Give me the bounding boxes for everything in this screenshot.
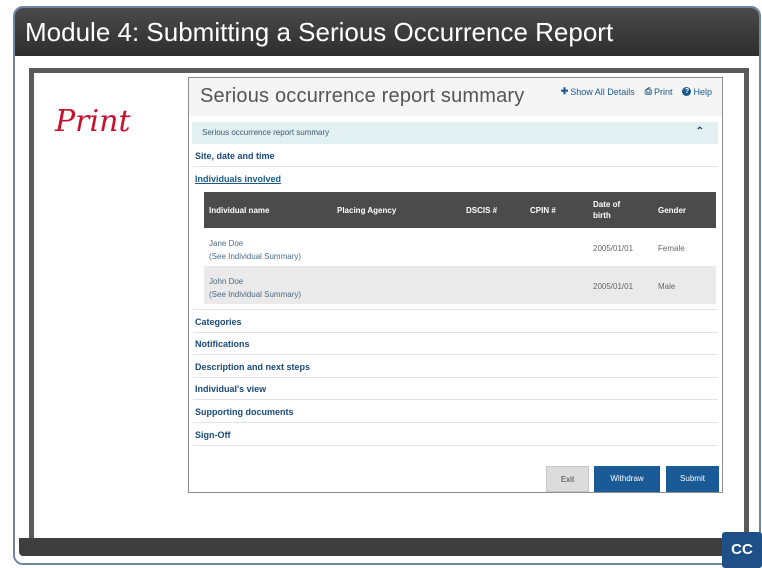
section-site-date-time[interactable]: Site, date and time <box>195 151 275 161</box>
header-links: ✚ Show All Details ⎙ Print ? Help <box>561 86 712 97</box>
individual-summary-link[interactable]: (See Individual Summary) <box>209 250 301 263</box>
section-supporting-documents[interactable]: Supporting documents <box>195 407 294 417</box>
show-all-details-label: Show All Details <box>570 86 635 97</box>
print-link[interactable]: ⎙ Print <box>645 86 673 97</box>
help-label: Help <box>693 86 712 97</box>
section-sign-off[interactable]: Sign-Off <box>195 430 231 440</box>
col-date-of-birth: Date of birth <box>593 199 620 221</box>
divider <box>193 166 718 167</box>
divider <box>193 399 718 400</box>
divider <box>193 445 718 446</box>
plus-icon: ✚ <box>560 86 569 96</box>
chevron-up-icon[interactable]: ⌃ <box>696 126 704 137</box>
section-categories[interactable]: Categories <box>195 317 242 327</box>
summary-section-bar[interactable]: Serious occurrence report summary ⌃ <box>192 122 718 144</box>
dob-cell: 2005/01/01 <box>593 244 634 253</box>
divider <box>193 422 718 423</box>
app-header: Serious occurrence report summary ✚ Show… <box>189 78 722 116</box>
question-icon: ? <box>682 87 692 96</box>
submit-button[interactable]: Submit <box>666 466 719 492</box>
section-notifications[interactable]: Notifications <box>195 339 250 349</box>
dob-cell: 2005/01/01 <box>593 282 634 291</box>
col-gender: Gender <box>658 206 687 215</box>
closed-captions-button[interactable]: CC <box>722 532 762 568</box>
divider <box>193 377 718 378</box>
col-placing-agency: Placing Agency <box>337 206 397 215</box>
show-all-details-link[interactable]: ✚ Show All Details <box>561 86 635 97</box>
section-description-next-steps[interactable]: Description and next steps <box>195 362 310 372</box>
col-cpin: CPIN # <box>530 206 556 215</box>
col-individual-name: Individual name <box>209 206 270 215</box>
report-summary-window: Serious occurrence report summary ✚ Show… <box>188 77 723 493</box>
summary-section-label: Serious occurrence report summary <box>202 128 330 137</box>
print-annotation: Print <box>55 104 131 139</box>
printer-icon: ⎙ <box>644 86 652 96</box>
page-title: Serious occurrence report summary <box>200 85 525 107</box>
table-header: Individual name Placing Agency DSCIS # C… <box>204 192 716 228</box>
gender-cell: Female <box>658 244 685 253</box>
section-individuals-involved[interactable]: Individuals involved <box>195 174 281 184</box>
col-dob-line1: Date of <box>593 200 621 209</box>
help-link[interactable]: ? Help <box>682 86 712 97</box>
section-individuals-view[interactable]: Individual's view <box>195 384 266 394</box>
col-dscis: DSCIS # <box>466 206 498 215</box>
individual-cell: John Doe (See Individual Summary) <box>209 275 301 301</box>
exit-button[interactable]: Exit <box>546 466 589 492</box>
print-label: Print <box>653 86 673 97</box>
slide-bottom-bar <box>19 538 757 556</box>
withdraw-button[interactable]: Withdraw <box>594 466 660 492</box>
gender-cell: Male <box>658 282 676 291</box>
individual-name-link[interactable]: Jane Doe <box>209 237 301 250</box>
individual-summary-link[interactable]: (See Individual Summary) <box>209 288 301 301</box>
individual-name-link[interactable]: John Doe <box>209 275 301 288</box>
divider <box>193 309 718 310</box>
module-title: Module 4: Submitting a Serious Occurrenc… <box>15 8 759 56</box>
individual-cell: Jane Doe (See Individual Summary) <box>209 237 301 263</box>
divider <box>193 354 718 355</box>
table-row: Jane Doe (See Individual Summary) 2005/0… <box>204 228 716 266</box>
col-dob-line2: birth <box>593 211 611 220</box>
table-row: John Doe (See Individual Summary) 2005/0… <box>204 266 716 304</box>
divider <box>193 332 718 333</box>
